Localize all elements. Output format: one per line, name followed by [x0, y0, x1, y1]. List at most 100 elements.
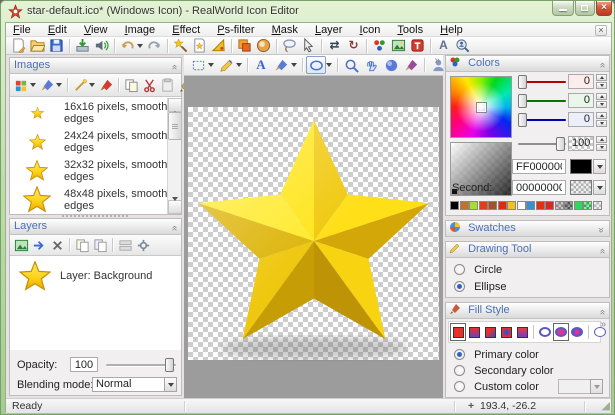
undo-dropdown-caret[interactable]	[137, 44, 143, 48]
edit-image-button[interactable]	[38, 76, 56, 94]
open-button[interactable]	[28, 37, 47, 54]
gradient-button[interactable]	[254, 37, 273, 54]
color-swatch[interactable]	[507, 201, 516, 210]
resize-button[interactable]: ⇄	[325, 37, 344, 54]
maximize-button[interactable]	[575, 1, 595, 16]
acquire-button[interactable]	[73, 37, 92, 54]
collapse-chevron-icon[interactable]: «	[167, 225, 182, 231]
blue-slider[interactable]	[518, 112, 566, 128]
copy-image-button[interactable]	[122, 76, 140, 94]
spin-up-button[interactable]	[596, 74, 607, 81]
ellipse-solid-style-button[interactable]	[553, 323, 569, 341]
color-picker-cursor[interactable]	[477, 103, 486, 112]
menu-view[interactable]: View	[77, 23, 115, 37]
radio-secondary-color[interactable]: Secondary color	[454, 365, 554, 377]
custom-color-select[interactable]	[558, 379, 591, 394]
convert-image-caret[interactable]	[89, 83, 95, 87]
menu-help[interactable]: Help	[433, 23, 470, 37]
color-swatch[interactable]	[517, 201, 526, 210]
menu-layer[interactable]: Layer	[308, 23, 350, 37]
red-slider-thumb[interactable]	[518, 75, 527, 89]
primary-color-dropdown[interactable]	[593, 159, 606, 174]
duplicate-layer-button[interactable]	[73, 236, 91, 254]
ellipse-outline-style-button[interactable]	[537, 323, 553, 341]
color-swatch[interactable]	[564, 201, 573, 210]
collapse-chevron-icon[interactable]: «	[595, 248, 610, 254]
resize-grip[interactable]: ◢	[602, 401, 610, 412]
render-button[interactable]	[209, 37, 228, 54]
color-swatch[interactable]	[469, 201, 478, 210]
cut-image-button[interactable]	[140, 76, 158, 94]
color-swatch[interactable]	[545, 201, 554, 210]
select-tool-caret[interactable]	[208, 63, 214, 67]
color-swatch[interactable]	[536, 201, 545, 210]
menu-icon[interactable]: Icon	[353, 23, 388, 37]
alpha-spinner[interactable]	[596, 136, 607, 151]
color-swatch[interactable]	[574, 201, 583, 210]
primary-color-radio[interactable]	[454, 349, 465, 360]
radio-custom-color[interactable]: Custom color	[454, 381, 539, 393]
custom-color-radio[interactable]	[454, 381, 465, 392]
text-tool-button[interactable]: A	[434, 37, 453, 54]
colors-panel-header[interactable]: Colors «	[446, 56, 609, 72]
red-slider[interactable]	[518, 74, 566, 90]
alpha-slider[interactable]	[518, 136, 566, 152]
float-selection-button[interactable]	[30, 236, 48, 254]
ellipse-radio[interactable]	[454, 281, 465, 292]
drawing-tool-header[interactable]: Drawing Tool «	[446, 242, 609, 258]
color-swatch[interactable]	[593, 201, 602, 210]
convert-image-button[interactable]	[71, 76, 89, 94]
spin-up-button[interactable]	[596, 93, 607, 100]
save-button[interactable]	[47, 37, 66, 54]
primary-hex-field[interactable]	[512, 159, 566, 174]
new-layer-button[interactable]	[12, 236, 30, 254]
alpha-slider-thumb[interactable]	[556, 137, 565, 151]
color-swatch[interactable]	[498, 201, 507, 210]
opacity-slider-thumb[interactable]	[165, 358, 174, 372]
second-color-swatch[interactable]	[570, 180, 592, 195]
color-swatch[interactable]	[460, 201, 469, 210]
blue-slider-thumb[interactable]	[518, 113, 527, 127]
menu-mask[interactable]: Mask	[265, 23, 305, 37]
pencil-tool-button[interactable]	[216, 56, 236, 74]
color-swatch[interactable]	[488, 201, 497, 210]
fill-solid-square-button[interactable]	[450, 323, 466, 341]
second-color-dropdown[interactable]	[593, 180, 606, 195]
scroll-down-button[interactable]	[168, 200, 181, 214]
preview-button[interactable]	[389, 37, 408, 54]
fill-gradient-square-button[interactable]	[466, 323, 482, 341]
fill-style-header[interactable]: Fill Style «	[446, 303, 609, 319]
menu-effect[interactable]: Effect	[165, 23, 207, 37]
ellipse-tool-button[interactable]	[306, 56, 326, 74]
palette-button[interactable]	[370, 37, 389, 54]
zoom-person-button[interactable]	[453, 37, 472, 54]
color-swatch[interactable]	[583, 201, 592, 210]
undo-button[interactable]	[118, 37, 137, 54]
red-value-box[interactable]: 0	[568, 74, 594, 89]
sound-button[interactable]	[92, 37, 111, 54]
export-image-button[interactable]	[190, 37, 209, 54]
rotate-button[interactable]: ↻	[344, 37, 363, 54]
toolbar-overflow-chevron[interactable]: »	[434, 55, 440, 66]
layer-properties-button[interactable]	[134, 236, 152, 254]
radio-ellipse[interactable]: Ellipse	[454, 281, 506, 293]
document-close-button[interactable]: ×	[595, 25, 607, 36]
swatches-panel-header[interactable]: Swatches «	[446, 221, 609, 237]
blue-value-box[interactable]: 0	[568, 112, 594, 127]
second-hex-field[interactable]	[512, 180, 566, 195]
spin-down-button[interactable]	[596, 144, 607, 151]
redo-button[interactable]	[145, 37, 164, 54]
paste-image-button[interactable]	[158, 76, 176, 94]
wizard-button[interactable]	[171, 37, 190, 54]
pointer-button[interactable]	[299, 37, 318, 54]
spin-down-button[interactable]	[596, 82, 607, 89]
fill-strip-overflow-chevron[interactable]: »	[600, 319, 606, 330]
radio-primary-color[interactable]: Primary color	[454, 349, 539, 361]
zoom-tool-button[interactable]	[341, 56, 361, 74]
airbrush-tool-button[interactable]	[401, 56, 421, 74]
circle-radio[interactable]	[454, 264, 465, 275]
pan-tool-button[interactable]	[361, 56, 381, 74]
merge-layers-button[interactable]	[116, 236, 134, 254]
artboard[interactable]	[188, 107, 439, 360]
brush-tool-caret[interactable]	[291, 63, 297, 67]
